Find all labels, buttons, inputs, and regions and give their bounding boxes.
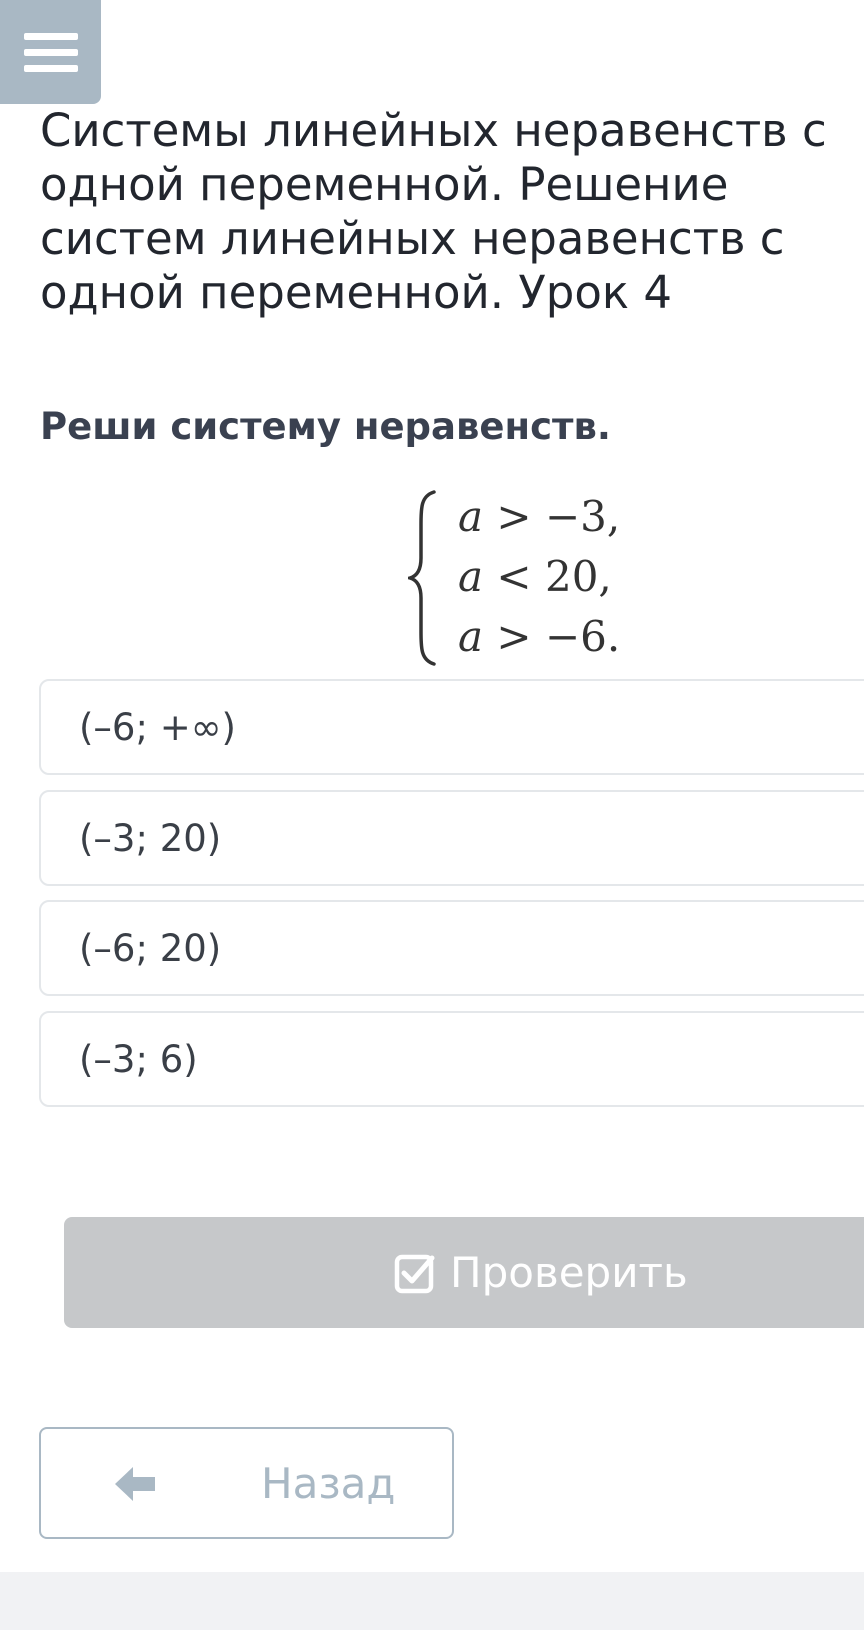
answer-option-label: (–3; 20) [79, 816, 222, 860]
inequality-system: a > −3, a < 20, a > −6. [408, 488, 648, 668]
answer-option-label: (–3; 6) [79, 1037, 198, 1081]
check-button[interactable]: Проверить [64, 1217, 864, 1328]
menu-button[interactable] [0, 0, 101, 104]
curly-brace-icon [408, 490, 436, 666]
answer-option-4[interactable]: (–3; 6) [39, 1011, 864, 1107]
hamburger-menu-icon [23, 48, 78, 56]
back-button[interactable]: Назад [39, 1427, 454, 1539]
answer-option-2[interactable]: (–3; 20) [39, 790, 864, 886]
hamburger-menu-icon [23, 32, 78, 40]
answer-option-1[interactable]: (–6; +∞) [39, 679, 864, 775]
lesson-title: Системы линейных неравенств с одной пере… [40, 104, 827, 319]
inequality-line-3: a > −6. [458, 612, 621, 661]
inequality-line-1: a > −3, [458, 492, 621, 541]
answer-option-label: (–6; +∞) [79, 705, 236, 749]
hamburger-menu-icon [23, 64, 78, 72]
inequality-line-2: a < 20, [458, 552, 612, 601]
check-button-label: Проверить [450, 1248, 688, 1297]
back-button-label: Назад [261, 1459, 396, 1508]
answer-option-3[interactable]: (–6; 20) [39, 900, 864, 996]
task-prompt: Реши систему неравенств. [40, 405, 611, 448]
arrow-left-icon [115, 1467, 155, 1501]
answer-option-label: (–6; 20) [79, 926, 222, 970]
checkbox-check-icon [394, 1254, 435, 1293]
footer-strip [0, 1572, 864, 1630]
